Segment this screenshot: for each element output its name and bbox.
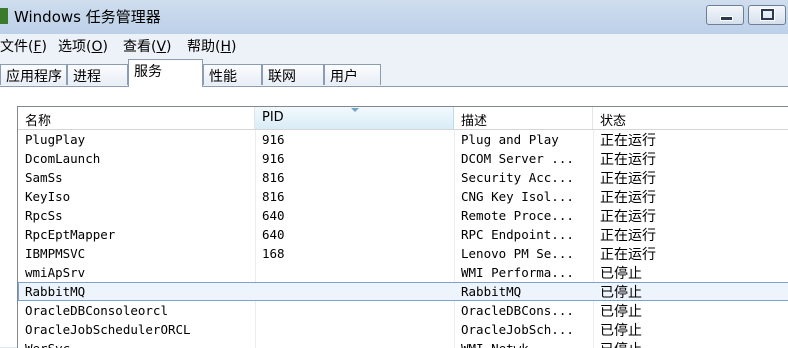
service-pid: 640 bbox=[262, 227, 285, 242]
service-pid: 816 bbox=[262, 189, 285, 204]
service-description: Remote Proce... bbox=[461, 208, 574, 223]
tab-processes[interactable]: 进程 bbox=[67, 64, 128, 85]
service-status: 已停止 bbox=[600, 339, 780, 348]
service-row[interactable]: RpcSs 640 Remote Proce... 正在运行 bbox=[18, 206, 788, 225]
service-rows: PlugPlay 916 Plug and Play 正在运行 DcomLaunch 91… bbox=[18, 130, 788, 348]
service-name: SamSs bbox=[25, 170, 63, 185]
service-row[interactable]: RabbitMQ RabbitMQ 已停止 bbox=[18, 282, 788, 301]
service-status: 已停止 bbox=[600, 323, 642, 339]
service-description: RabbitMQ bbox=[461, 284, 522, 299]
minimize-icon bbox=[720, 16, 733, 21]
service-name: OracleDBConsoleorcl bbox=[25, 303, 168, 318]
maximize-icon bbox=[760, 8, 775, 21]
service-name: IBMPMSVC bbox=[25, 246, 86, 261]
service-description: WMI Netwk ... bbox=[461, 341, 596, 348]
tab-applications[interactable]: 应用程序 bbox=[0, 64, 67, 85]
service-status: 已停止 bbox=[600, 285, 642, 301]
service-description: CNG Key Isol... bbox=[461, 189, 574, 204]
service-row[interactable]: wmiApSrv WMI Performa... 已停止 bbox=[18, 263, 788, 282]
service-status: 正在运行 bbox=[600, 209, 656, 225]
service-name: OracleJobSchedulerORCL bbox=[25, 322, 191, 337]
service-status: 已停止 bbox=[600, 266, 642, 282]
service-row[interactable]: OracleJobSchedulerORCL OracleJobSch... 已停止 bbox=[18, 320, 788, 339]
service-row[interactable]: SamSs 816 Security Acc... 正在运行 bbox=[18, 168, 788, 187]
services-panel: 名称 PID 描述 状态 PlugPlay 916 Plug and Play 正在运… bbox=[0, 86, 788, 348]
sort-arrow-icon bbox=[351, 108, 359, 112]
tab-users[interactable]: 用户 bbox=[324, 64, 381, 85]
service-row[interactable]: RpcEptMapper 640 RPC Endpoint... 正在运行 bbox=[18, 225, 788, 244]
service-pid: 816 bbox=[262, 170, 285, 185]
service-row[interactable]: IBMPMSVC 168 Lenovo PM Se... 正在运行 bbox=[18, 244, 788, 263]
column-header-description[interactable]: 描述 bbox=[454, 107, 593, 129]
service-status: 正在运行 bbox=[600, 171, 656, 187]
service-pid: 916 bbox=[262, 132, 285, 147]
service-status: 正在运行 bbox=[600, 133, 656, 149]
maximize-button[interactable] bbox=[748, 5, 786, 25]
service-name: WerSvc bbox=[25, 341, 250, 348]
service-status: 正在运行 bbox=[600, 152, 656, 168]
service-description: Lenovo PM Se... bbox=[461, 246, 574, 261]
menu-file[interactable]: 文件(F) bbox=[0, 36, 47, 56]
service-row[interactable]: OracleDBConsoleorcl OracleDBCons... 已停止 bbox=[18, 301, 788, 320]
service-description: OracleDBCons... bbox=[461, 303, 574, 318]
service-description: Security Acc... bbox=[461, 170, 574, 185]
service-row[interactable]: WerSvc WMI Netwk ... 已停止 bbox=[18, 339, 788, 348]
service-row[interactable]: KeyIso 816 CNG Key Isol... 正在运行 bbox=[18, 187, 788, 206]
tab-services[interactable]: 服务 bbox=[128, 59, 203, 87]
tab-performance[interactable]: 性能 bbox=[203, 64, 262, 85]
service-name: RpcSs bbox=[25, 208, 63, 223]
service-status: 正在运行 bbox=[600, 190, 656, 206]
service-description: Plug and Play bbox=[461, 132, 559, 147]
tab-networking[interactable]: 联网 bbox=[262, 64, 324, 85]
services-list[interactable]: 名称 PID 描述 状态 PlugPlay 916 Plug and Play 正在运… bbox=[17, 106, 788, 348]
menu-options[interactable]: 选项(O) bbox=[58, 36, 108, 56]
column-header-pid[interactable]: PID bbox=[255, 107, 454, 129]
title-bar: Windows 任务管理器 bbox=[0, 0, 788, 34]
service-row[interactable]: PlugPlay 916 Plug and Play 正在运行 bbox=[18, 130, 788, 149]
menu-view[interactable]: 查看(V) bbox=[123, 36, 172, 56]
service-row[interactable]: DcomLaunch 916 DCOM Server ... 正在运行 bbox=[18, 149, 788, 168]
service-description: RPC Endpoint... bbox=[461, 227, 574, 242]
service-name: wmiApSrv bbox=[25, 265, 86, 280]
service-status: 正在运行 bbox=[600, 228, 656, 244]
service-description: OracleJobSch... bbox=[461, 322, 574, 337]
tab-strip: 应用程序 进程 服务 性能 联网 用户 bbox=[0, 56, 788, 87]
column-header-name[interactable]: 名称 bbox=[18, 107, 255, 129]
app-icon bbox=[0, 8, 8, 24]
service-pid: 916 bbox=[262, 151, 285, 166]
service-pid: 640 bbox=[262, 208, 285, 223]
service-name: RabbitMQ bbox=[25, 284, 86, 299]
column-header-status[interactable]: 状态 bbox=[593, 107, 788, 129]
service-name: DcomLaunch bbox=[25, 151, 101, 166]
service-name: RpcEptMapper bbox=[25, 227, 116, 242]
window-title: Windows 任务管理器 bbox=[14, 8, 161, 26]
service-name: KeyIso bbox=[25, 189, 71, 204]
service-description: WMI Performa... bbox=[461, 265, 574, 280]
service-name: PlugPlay bbox=[25, 132, 86, 147]
menu-bar: 文件(F) 选项(O) 查看(V) 帮助(H) bbox=[0, 34, 788, 56]
service-pid: 168 bbox=[262, 246, 285, 261]
minimize-button[interactable] bbox=[706, 5, 744, 25]
service-description: DCOM Server ... bbox=[461, 151, 574, 166]
menu-help[interactable]: 帮助(H) bbox=[187, 36, 236, 56]
service-status: 正在运行 bbox=[600, 247, 656, 263]
service-status: 已停止 bbox=[600, 304, 642, 320]
list-header: 名称 PID 描述 状态 bbox=[18, 107, 788, 130]
